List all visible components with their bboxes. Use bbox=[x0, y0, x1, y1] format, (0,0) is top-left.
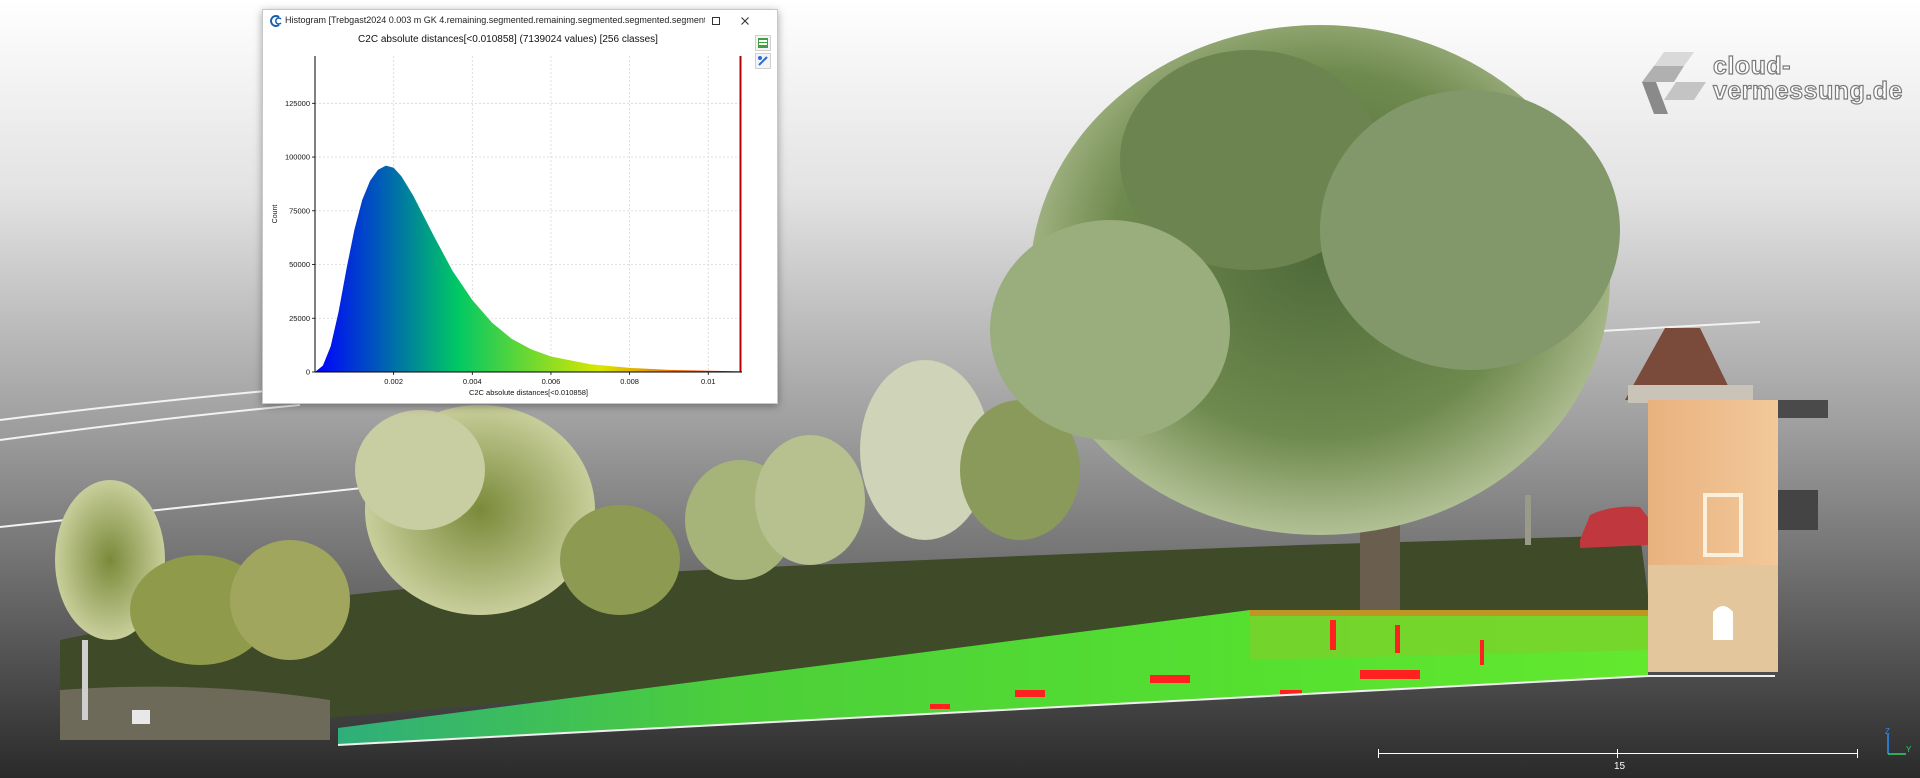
scale-tick bbox=[1857, 749, 1858, 758]
scale-line bbox=[1378, 753, 1858, 754]
axis-y-label: Y bbox=[1906, 745, 1912, 754]
scale-tick bbox=[1617, 749, 1618, 758]
scale-label: 15 bbox=[1614, 761, 1626, 772]
histogram-window[interactable]: Histogram [Trebgast2024 0.003 m GK 4.rem… bbox=[262, 9, 778, 404]
car bbox=[1580, 506, 1650, 548]
y-axis-ticks: 0 25000 50000 75000 100000 125000 bbox=[285, 99, 315, 377]
house bbox=[1625, 328, 1828, 672]
x-tick-label: 0.01 bbox=[701, 377, 716, 386]
axes-trihedron-icon: Z Y bbox=[1885, 728, 1912, 755]
logo-line-1: cloud- bbox=[1712, 52, 1791, 80]
x-axis-label: C2C absolute distances[<0.010858] bbox=[469, 388, 588, 397]
scale-tick bbox=[1378, 749, 1379, 758]
scale-bar: 15 bbox=[1378, 748, 1858, 772]
y-tick-label: 50000 bbox=[289, 260, 310, 269]
logo-text: cloud- vermessung.de bbox=[1712, 52, 1903, 105]
x-tick-label: 0.006 bbox=[542, 377, 561, 386]
cloud-vermessung-logo: cloud- vermessung.de bbox=[1636, 50, 1903, 120]
logo-cube-icon bbox=[1642, 52, 1706, 114]
stone-wall bbox=[60, 686, 330, 740]
x-axis-ticks: 0.002 0.004 0.006 0.008 0.01 bbox=[384, 372, 716, 386]
y-tick-label: 125000 bbox=[285, 99, 310, 108]
logo-line-2: vermessung.de bbox=[1712, 77, 1903, 105]
x-tick-label: 0.002 bbox=[384, 377, 403, 386]
y-tick-label: 100000 bbox=[285, 153, 310, 162]
axis-z-label: Z bbox=[1885, 728, 1890, 736]
x-tick-label: 0.004 bbox=[463, 377, 482, 386]
y-tick-label: 0 bbox=[306, 368, 310, 377]
histogram-chart[interactable]: 0250005000075000100000125000 0.002 0.004 0… bbox=[263, 10, 777, 403]
y-tick-label: 75000 bbox=[289, 206, 310, 215]
x-tick-label: 0.008 bbox=[620, 377, 639, 386]
histogram-bars bbox=[315, 165, 742, 372]
y-tick-label: 25000 bbox=[289, 314, 310, 323]
y-axis-label: Count bbox=[272, 205, 279, 224]
